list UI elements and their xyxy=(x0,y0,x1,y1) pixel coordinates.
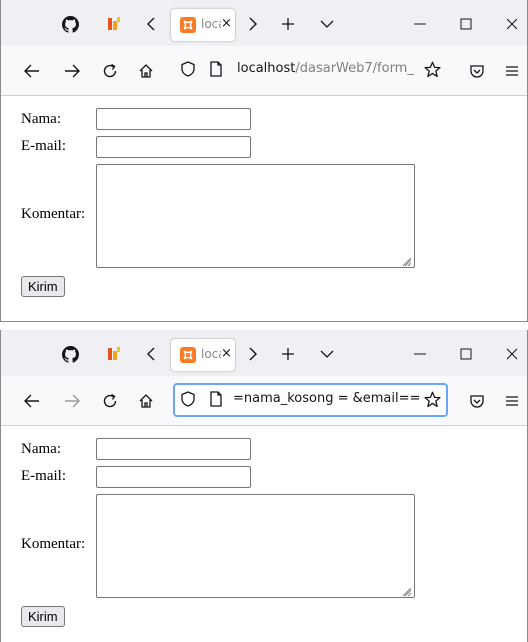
chevron-left-icon[interactable] xyxy=(143,15,159,33)
home-icon[interactable] xyxy=(137,392,155,410)
email-input[interactable] xyxy=(96,136,251,158)
tab-localhost[interactable]: loca × xyxy=(171,339,235,371)
email-label: E-mail: xyxy=(21,138,66,154)
bookmark-star-icon[interactable] xyxy=(423,390,441,408)
url-bar[interactable]: =nama_kosong = &email== xyxy=(173,383,448,417)
url-bar[interactable]: localhost/dasarWeb7/form_ xyxy=(173,53,448,87)
komentar-label: Komentar: xyxy=(21,536,86,552)
nama-label: Nama: xyxy=(21,111,61,127)
back-arrow-icon[interactable] xyxy=(23,62,41,80)
xampp-icon xyxy=(180,17,196,33)
reload-icon[interactable] xyxy=(101,62,119,80)
chevron-right-icon[interactable] xyxy=(245,345,261,363)
bookmark-star-icon[interactable] xyxy=(423,60,441,78)
tab-title: loca xyxy=(201,347,221,361)
maximize-icon[interactable] xyxy=(457,345,475,363)
forward-arrow-icon[interactable] xyxy=(63,392,81,410)
forward-arrow-icon[interactable] xyxy=(63,62,81,80)
browser-window-2: loca × xyxy=(0,330,528,642)
shield-icon[interactable] xyxy=(179,390,197,408)
url-host: localhost xyxy=(237,61,296,76)
tab-bar: loca × xyxy=(1,0,527,46)
pocket-icon[interactable] xyxy=(468,62,486,80)
nama-input[interactable] xyxy=(96,438,251,460)
url-text[interactable]: =nama_kosong = &email== xyxy=(233,391,421,406)
xampp-icon xyxy=(180,347,196,363)
page-icon[interactable] xyxy=(207,60,225,78)
resize-grip-icon[interactable] xyxy=(402,255,412,267)
minimize-icon[interactable] xyxy=(411,15,429,33)
kirim-button[interactable]: Kirim xyxy=(21,276,65,297)
separator xyxy=(0,322,528,330)
github-icon[interactable] xyxy=(61,15,79,33)
chevron-down-icon[interactable] xyxy=(319,345,335,363)
tab-title: loca xyxy=(201,17,221,31)
close-icon[interactable] xyxy=(503,15,521,33)
back-arrow-icon[interactable] xyxy=(23,392,41,410)
kirim-button[interactable]: Kirim xyxy=(21,606,65,627)
tab-close-icon[interactable]: × xyxy=(221,17,232,31)
minimize-icon[interactable] xyxy=(411,345,429,363)
github-icon[interactable] xyxy=(61,345,79,363)
window-frame: loca × xyxy=(0,0,528,322)
komentar-textarea[interactable] xyxy=(96,164,415,268)
pocket-icon[interactable] xyxy=(468,392,486,410)
komentar-label: Komentar: xyxy=(21,206,86,222)
page-content: Nama: E-mail: Komentar: Kirim xyxy=(1,426,527,642)
home-icon[interactable] xyxy=(137,62,155,80)
email-label: E-mail: xyxy=(21,468,66,484)
shield-icon[interactable] xyxy=(179,60,197,78)
url-text[interactable]: localhost/dasarWeb7/form_ xyxy=(237,61,419,76)
nama-label: Nama: xyxy=(21,441,61,457)
plus-icon[interactable] xyxy=(279,345,297,363)
window-frame: loca × xyxy=(0,330,528,642)
extension-icon[interactable] xyxy=(105,345,123,363)
url-path: /dasarWeb7/form_ xyxy=(295,61,414,76)
chevron-right-icon[interactable] xyxy=(245,15,261,33)
tab-localhost[interactable]: loca × xyxy=(171,9,235,41)
browser-window-1: loca × xyxy=(0,0,528,322)
chevron-left-icon[interactable] xyxy=(143,345,159,363)
extension-icon[interactable] xyxy=(105,15,123,33)
page-icon[interactable] xyxy=(207,390,225,408)
nav-bar: =nama_kosong = &email== xyxy=(1,376,527,426)
reload-icon[interactable] xyxy=(101,392,119,410)
plus-icon[interactable] xyxy=(279,15,297,33)
tab-close-icon[interactable]: × xyxy=(221,347,232,361)
nav-bar: localhost/dasarWeb7/form_ xyxy=(1,46,527,96)
menu-icon[interactable] xyxy=(503,62,521,80)
email-input[interactable] xyxy=(96,466,251,488)
chevron-down-icon[interactable] xyxy=(319,15,335,33)
tab-bar: loca × xyxy=(1,330,527,376)
menu-icon[interactable] xyxy=(503,392,521,410)
nama-input[interactable] xyxy=(96,108,251,130)
resize-grip-icon[interactable] xyxy=(402,585,412,597)
maximize-icon[interactable] xyxy=(457,15,475,33)
page-content: Nama: E-mail: Komentar: Kirim xyxy=(1,96,527,321)
komentar-textarea[interactable] xyxy=(96,494,415,598)
close-icon[interactable] xyxy=(503,345,521,363)
